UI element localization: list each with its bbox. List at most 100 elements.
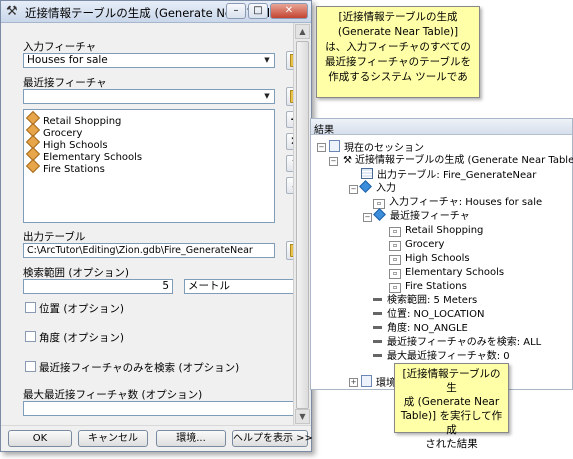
close-button[interactable]: ✕ (270, 3, 308, 19)
list-item[interactable]: Fire Stations (25, 158, 105, 175)
tree-near-item-label: Elementary Schools (405, 267, 505, 278)
collapse-icon[interactable]: − (349, 185, 358, 194)
parameter-icon: ▫ (389, 227, 401, 237)
parameter-form: 入力フィーチャ Houses for sale ▼ 最近接フィーチャ ▼ Ret… (1, 23, 306, 425)
tree-input[interactable]: 入力 (359, 180, 396, 195)
list-item[interactable]: Grocery (25, 122, 82, 139)
tree-session-label: 現在のセッション (344, 143, 424, 154)
results-title-bar[interactable]: 結果 (311, 119, 572, 136)
near-diamond-icon (373, 208, 386, 221)
tree-tool-label: 近接情報テーブルの生成 (Generate Near Table) (354, 155, 573, 166)
collapse-icon[interactable]: − (317, 143, 326, 152)
collapse-icon[interactable]: − (363, 213, 372, 222)
input-features-value: Houses for sale (27, 54, 108, 66)
tree-near-item-label: Grocery (405, 239, 445, 250)
tree-near-features[interactable]: 最近接フィーチャ (373, 208, 470, 223)
show-help-button[interactable]: ヘルプを表示 >> (232, 430, 313, 447)
tree-near-item[interactable]: ▫ Fire Stations (389, 280, 467, 293)
tree-input-features[interactable]: ▫ 入力フィーチャ: Houses for sale (373, 196, 542, 209)
callout-bottom-line: Table)] を実行して作成 (400, 410, 503, 436)
scroll-down-icon[interactable]: ▼ (295, 409, 310, 424)
tree-environments[interactable]: 環境 (361, 375, 396, 390)
param-dash-icon (373, 354, 382, 357)
param-dash-icon (373, 312, 382, 315)
tree-near-item[interactable]: ▫ Elementary Schools (389, 266, 504, 279)
angle-label: 角度 (オプション) (39, 332, 125, 344)
tree-near-item-label: Retail Shopping (405, 225, 484, 236)
param-dash-icon (373, 298, 382, 301)
tree-near-item[interactable]: ▫ Retail Shopping (389, 224, 483, 237)
environments-icon (361, 375, 372, 387)
near-features-dropdown[interactable]: ▼ (23, 89, 275, 104)
tree-param[interactable]: 検索範囲: 5 Meters (373, 294, 477, 307)
minimize-button[interactable]: – (226, 3, 246, 19)
location-label: 位置 (オプション) (39, 303, 125, 315)
tree-input-label: 入力 (376, 183, 396, 194)
hammer-icon: ⚒ (6, 4, 18, 19)
scroll-up-icon[interactable]: ▲ (295, 24, 310, 39)
tree-near-item[interactable]: ▫ Grocery (389, 238, 444, 251)
list-item-label: Fire Stations (43, 164, 105, 175)
max-closest-field[interactable]: 0 (23, 401, 305, 416)
input-features-label: 入力フィーチャ (23, 41, 97, 53)
max-closest-label: 最大最近接フィーチャ数 (オプション) (23, 389, 203, 401)
tree-param[interactable]: 角度: NO_ANGLE (373, 322, 468, 335)
input-diamond-icon (359, 180, 372, 193)
output-table-field[interactable]: C:\ArcTutor\Editing\Zion.gdb\Fire_Genera… (23, 243, 275, 258)
tree-param-label: 最近接フィーチャのみを検索: ALL (387, 337, 542, 348)
parameter-icon: ▫ (389, 255, 401, 265)
search-radius-unit-dropdown[interactable]: メートル ▼ (184, 279, 305, 294)
collapse-icon[interactable]: − (329, 157, 338, 166)
tree-tool[interactable]: ⚒ 近接情報テーブルの生成 (Generate Near Table) (343, 154, 573, 167)
tree-param[interactable]: 位置: NO_LOCATION (373, 308, 484, 321)
tree-near-features-label: 最近接フィーチャ (390, 211, 470, 222)
location-checkbox[interactable] (25, 302, 36, 313)
closest-only-label: 最近接フィーチャのみを検索 (オプション) (39, 362, 240, 374)
form-scrollbar[interactable]: ▲ ▼ (293, 23, 311, 425)
title-bar[interactable]: ⚒ 近接情報テーブルの生成 (Generate Near Table) – □ … (1, 1, 311, 23)
input-features-dropdown[interactable]: Houses for sale ▼ (23, 53, 275, 68)
param-dash-icon (373, 326, 382, 329)
cancel-button[interactable]: キャンセル (78, 430, 148, 447)
callout-top-line: 作成するシステム ツールであ (328, 71, 468, 83)
list-item[interactable]: Retail Shopping (25, 110, 121, 127)
tree-near-item-label: High Schools (405, 253, 470, 264)
maximize-button[interactable]: □ (248, 3, 268, 19)
near-features-label: 最近接フィーチャ (23, 77, 107, 89)
parameter-icon: ▫ (389, 241, 401, 251)
environments-button[interactable]: 環境... (156, 430, 226, 447)
search-radius-label: 検索範囲 (オプション) (23, 267, 130, 279)
tree-param-label: 位置: NO_LOCATION (387, 309, 485, 320)
list-item[interactable]: High Schools (25, 134, 108, 151)
results-window: 結果 − 現在のセッション − ⚒ 近接情報テーブルの生成 (Generate N… (310, 118, 573, 390)
output-table-label: 出力テーブル (23, 231, 86, 243)
callout-top-line: [近接情報テーブルの生成 (338, 11, 458, 23)
parameter-icon: ▫ (389, 283, 401, 293)
chevron-down-icon: ▼ (264, 92, 270, 100)
callout-top: [近接情報テーブルの生成 (Generate Near Table)] は、入力… (316, 6, 480, 98)
tree-output-table[interactable]: 出力テーブル: Fire_GenerateNear (361, 168, 536, 182)
search-radius-field[interactable]: 5 (23, 279, 173, 294)
session-icon (329, 140, 340, 152)
near-features-list[interactable]: Retail Shopping Grocery High Schools Ele… (23, 109, 275, 223)
feature-class-icon (25, 158, 41, 174)
expand-icon[interactable]: + (349, 378, 358, 387)
callout-top-line: (Generate Near Table)] (337, 26, 459, 38)
closest-only-checkbox[interactable] (25, 361, 36, 372)
tree-param[interactable]: 最大最近接フィーチャ数: 0 (373, 350, 510, 363)
tool-dialog: ⚒ 近接情報テーブルの生成 (Generate Near Table) – □ … (0, 0, 312, 452)
callout-top-line: 最近接フィーチャのテーブルを (324, 56, 472, 68)
tree-param[interactable]: 最近接フィーチャのみを検索: ALL (373, 336, 541, 349)
param-dash-icon (373, 340, 382, 343)
angle-checkbox[interactable] (25, 331, 36, 342)
scroll-thumb[interactable] (296, 41, 309, 409)
hammer-icon: ⚒ (343, 155, 352, 166)
list-item[interactable]: Elementary Schools (25, 146, 142, 163)
tree-session[interactable]: 現在のセッション (329, 140, 424, 155)
ok-button[interactable]: OK (8, 430, 72, 447)
tree-param-label: 最大最近接フィーチャ数: 0 (387, 351, 510, 362)
callout-bottom-line: された結果 (425, 438, 478, 450)
callout-bottom-line: 成 (Generate Near (403, 396, 500, 408)
tree-near-item-label: Fire Stations (405, 281, 467, 292)
tree-near-item[interactable]: ▫ High Schools (389, 252, 470, 265)
